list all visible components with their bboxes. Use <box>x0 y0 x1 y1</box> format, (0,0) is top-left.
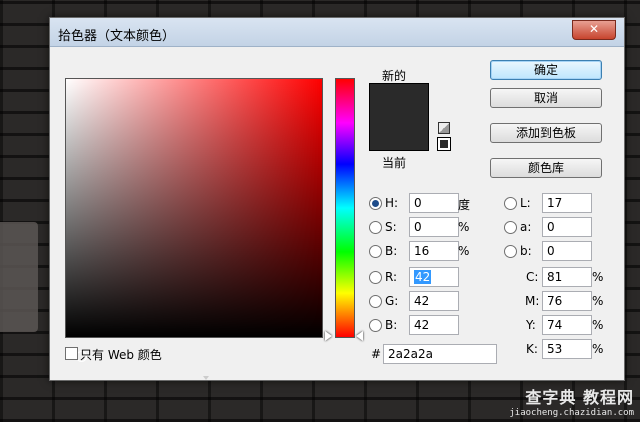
color-library-button[interactable]: 颜色库 <box>490 158 602 178</box>
hue-unit: 度 <box>458 198 471 212</box>
saturation-radio[interactable] <box>369 221 382 234</box>
watermark-title: 查字典 教程网 <box>525 388 634 407</box>
blue-radio[interactable] <box>369 319 382 332</box>
watermark-url: jiaocheng.chazidian.com <box>509 408 634 418</box>
saturation-input[interactable]: 0 <box>409 217 459 237</box>
brightness-input[interactable]: 16 <box>409 241 459 261</box>
cyan-input[interactable]: 81 <box>542 267 592 287</box>
brightness-label: B: <box>385 244 398 258</box>
cyan-label: C: <box>526 270 539 284</box>
red-value-selected: 42 <box>414 270 432 284</box>
yellow-unit: % <box>592 318 604 332</box>
red-radio[interactable] <box>369 271 382 284</box>
magenta-unit: % <box>592 294 604 308</box>
cube-icon[interactable] <box>438 122 450 134</box>
close-icon: ✕ <box>588 22 600 36</box>
add-to-swatches-button[interactable]: 添加到色板 <box>490 123 602 143</box>
close-button[interactable]: ✕ <box>572 20 616 40</box>
cyan-unit: % <box>592 270 604 284</box>
red-label: R: <box>385 270 398 284</box>
color-field[interactable] <box>65 78 323 362</box>
saturation-unit: % <box>458 220 470 234</box>
web-safe-swatch-icon[interactable] <box>437 137 451 151</box>
hex-label: # <box>371 347 382 361</box>
color-preview-swatch <box>369 83 429 151</box>
dialog-title: 拾色器（文本颜色） <box>58 29 176 44</box>
black-label: K: <box>526 342 538 356</box>
current-color-label: 当前 <box>382 156 407 170</box>
yellow-label: Y: <box>526 318 536 332</box>
canvas-marker-icon <box>203 376 209 380</box>
lightness-label: L: <box>520 196 531 210</box>
b-channel-radio[interactable] <box>504 245 517 258</box>
blue-input[interactable]: 42 <box>409 315 459 335</box>
black-unit: % <box>592 342 604 356</box>
hue-slider-arrow-icon[interactable] <box>356 331 363 341</box>
web-colors-only-label: 只有 Web 颜色 <box>80 348 162 362</box>
web-colors-only-checkbox[interactable] <box>65 347 78 360</box>
lightness-input[interactable]: 17 <box>542 193 592 213</box>
color-picker-dialog: 拾色器（文本颜色） ✕ 新的 当前 确定 取消 添加到色板 颜色库 H: 0 度… <box>49 17 625 381</box>
green-input[interactable]: 42 <box>409 291 459 311</box>
canvas-text-glyph <box>0 222 38 332</box>
a-channel-radio[interactable] <box>504 221 517 234</box>
green-radio[interactable] <box>369 295 382 308</box>
brightness-radio[interactable] <box>369 245 382 258</box>
lightness-radio[interactable] <box>504 197 517 210</box>
red-input[interactable]: 42 <box>409 267 459 287</box>
ok-button[interactable]: 确定 <box>490 60 602 80</box>
brightness-unit: % <box>458 244 470 258</box>
hue-label: H: <box>385 196 399 210</box>
magenta-label: M: <box>525 294 540 308</box>
cancel-button[interactable]: 取消 <box>490 88 602 108</box>
hue-radio[interactable] <box>369 197 382 210</box>
a-channel-input[interactable]: 0 <box>542 217 592 237</box>
hue-slider[interactable] <box>335 78 355 338</box>
a-channel-label: a: <box>520 220 532 234</box>
hex-input[interactable]: 2a2a2a <box>383 344 497 364</box>
b-channel-label: b: <box>520 244 532 258</box>
yellow-input[interactable]: 74 <box>542 315 592 335</box>
new-color-label: 新的 <box>382 69 407 83</box>
b-channel-input[interactable]: 0 <box>542 241 592 261</box>
hue-slider-arrow-icon[interactable] <box>325 331 332 341</box>
blue-label: B: <box>385 318 398 332</box>
watermark: 查字典 教程网 jiaocheng.chazidian.com <box>509 384 634 418</box>
green-label: G: <box>385 294 399 308</box>
hue-input[interactable]: 0 <box>409 193 459 213</box>
black-input[interactable]: 53 <box>542 339 592 359</box>
title-bar: 拾色器（文本颜色） ✕ <box>50 18 624 47</box>
magenta-input[interactable]: 76 <box>542 291 592 311</box>
saturation-label: S: <box>385 220 397 234</box>
